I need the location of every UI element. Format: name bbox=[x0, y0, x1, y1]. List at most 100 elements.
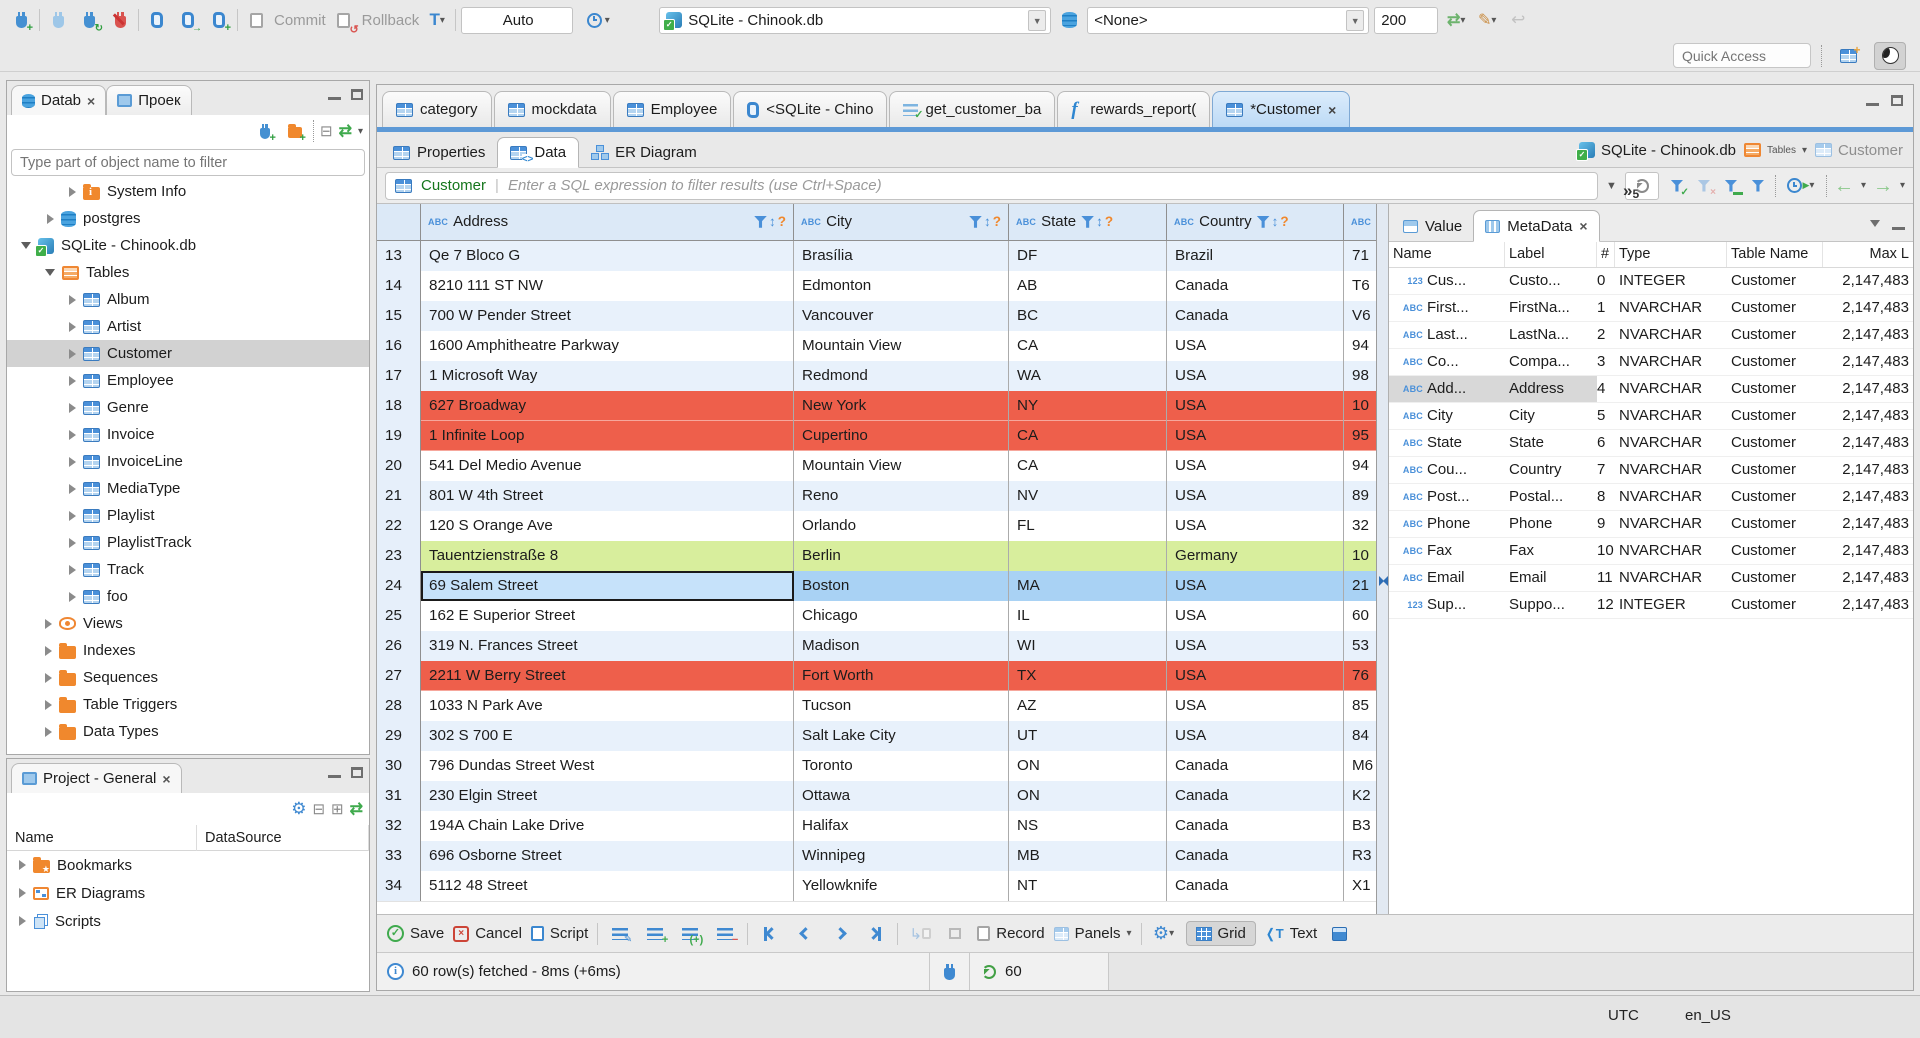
expand-arrow-icon[interactable] bbox=[21, 242, 31, 249]
address-cell[interactable]: 1 Infinite Loop bbox=[421, 420, 794, 451]
city-cell[interactable]: Mountain View bbox=[794, 330, 1009, 361]
editor-tab[interactable]: Employee × bbox=[612, 91, 732, 127]
state-cell[interactable]: NY bbox=[1009, 390, 1167, 421]
city-cell[interactable]: Fort Worth bbox=[794, 660, 1009, 691]
row-number-cell[interactable]: 19 bbox=[377, 420, 421, 451]
filter-icon[interactable] bbox=[1081, 215, 1095, 228]
address-cell[interactable]: 1033 N Park Ave bbox=[421, 690, 794, 721]
country-cell[interactable]: Brazil bbox=[1167, 240, 1344, 271]
address-cell[interactable]: 627 Broadway bbox=[421, 390, 794, 421]
new-connection-icon[interactable]: + bbox=[8, 7, 34, 34]
meta-label-cell[interactable]: LastNa... bbox=[1505, 322, 1597, 348]
transaction-log-icon[interactable]: T ▾ bbox=[424, 7, 450, 33]
meta-type-cell[interactable]: INTEGER bbox=[1615, 592, 1727, 618]
state-cell[interactable]: BC bbox=[1009, 300, 1167, 331]
tree-item[interactable]: Indexes bbox=[7, 637, 369, 664]
schema-select[interactable]: <None> ▼ bbox=[1087, 6, 1370, 34]
postalcode-cell[interactable]: 94 bbox=[1344, 331, 1376, 361]
row-number-cell[interactable]: 21 bbox=[377, 480, 421, 511]
postalcode-cell[interactable]: 98 bbox=[1344, 361, 1376, 391]
meta-label-cell[interactable]: City bbox=[1505, 403, 1597, 429]
refresh-icon[interactable] bbox=[982, 964, 996, 979]
expand-arrow-icon[interactable] bbox=[69, 510, 76, 521]
address-cell[interactable]: 162 E Superior Street bbox=[421, 600, 794, 631]
expand-arrow-icon[interactable] bbox=[69, 564, 76, 575]
city-cell[interactable]: Vancouver bbox=[794, 300, 1009, 331]
meta-ordinal-cell[interactable]: 1 bbox=[1597, 295, 1615, 321]
row-number-cell[interactable]: 27 bbox=[377, 660, 421, 691]
meta-name-cell[interactable]: ABC Co... bbox=[1389, 349, 1505, 375]
edit-row-icon[interactable]: ✎ bbox=[607, 921, 633, 947]
locale-indicator[interactable]: en_US bbox=[1685, 1007, 1731, 1024]
meta-table-cell[interactable]: Customer bbox=[1727, 511, 1823, 537]
postalcode-cell[interactable]: V6 bbox=[1344, 301, 1376, 331]
maximize-icon[interactable] bbox=[351, 89, 363, 100]
maximize-icon[interactable] bbox=[351, 767, 363, 778]
country-cell[interactable]: Canada bbox=[1167, 810, 1344, 841]
postalcode-cell[interactable]: 71 bbox=[1344, 241, 1376, 271]
row-number-cell[interactable]: 25 bbox=[377, 600, 421, 631]
expand-arrow-icon[interactable] bbox=[69, 537, 76, 548]
tree-item[interactable]: System Info bbox=[7, 178, 369, 205]
minimize-icon[interactable] bbox=[328, 775, 341, 778]
chevron-down-icon[interactable]: ▾ bbox=[1802, 145, 1807, 156]
meta-ordinal-cell[interactable]: 11 bbox=[1597, 565, 1615, 591]
postalcode-cell[interactable]: T6 bbox=[1344, 271, 1376, 301]
meta-maxlength-cell[interactable]: 2,147,483 bbox=[1823, 592, 1913, 618]
first-row-icon[interactable] bbox=[757, 921, 783, 947]
collapse-all-icon[interactable]: ⊟ bbox=[312, 800, 325, 818]
meta-maxlength-cell[interactable]: 2,147,483 bbox=[1823, 511, 1913, 537]
settings-gear-icon[interactable]: ⚙ bbox=[291, 799, 306, 819]
column-header-city[interactable]: ABC City ↕? bbox=[794, 204, 1009, 240]
meta-label-cell[interactable]: Phone bbox=[1505, 511, 1597, 537]
column-header[interactable]: Max L bbox=[1823, 242, 1913, 267]
table-row[interactable]: ABC Cou... Country 7 NVARCHAR Customer 2,… bbox=[1389, 457, 1913, 484]
link-with-editor-icon[interactable]: ⇄ bbox=[339, 121, 352, 141]
meta-type-cell[interactable]: NVARCHAR bbox=[1615, 295, 1727, 321]
address-cell[interactable]: 319 N. Frances Street bbox=[421, 630, 794, 661]
meta-type-cell[interactable]: NVARCHAR bbox=[1615, 430, 1727, 456]
table-row[interactable]: 17 1 Microsoft Way Redmond WA USA 98 bbox=[377, 360, 1376, 391]
editor-tab[interactable]: *Customer × bbox=[1212, 91, 1351, 127]
script-button[interactable]: Script bbox=[530, 925, 588, 942]
collapse-all-icon[interactable]: ⊟ bbox=[320, 122, 333, 140]
country-cell[interactable]: USA bbox=[1167, 570, 1344, 601]
meta-ordinal-cell[interactable]: 9 bbox=[1597, 511, 1615, 537]
close-icon[interactable]: × bbox=[1328, 102, 1336, 118]
table-row[interactable]: 16 1600 Amphitheatre Parkway Mountain Vi… bbox=[377, 330, 1376, 361]
meta-maxlength-cell[interactable]: 2,147,483 bbox=[1823, 295, 1913, 321]
meta-name-cell[interactable]: ABC City bbox=[1389, 403, 1505, 429]
expand-arrow-icon[interactable] bbox=[19, 916, 26, 926]
duplicate-row-icon[interactable]: (+) bbox=[677, 921, 703, 947]
chevron-down-icon[interactable]: ▾ bbox=[1861, 180, 1866, 191]
open-perspective-button[interactable] bbox=[1832, 42, 1864, 70]
column-hint-icon[interactable]: ? bbox=[1105, 214, 1113, 229]
new-sql-editor-icon[interactable]: + bbox=[206, 7, 232, 34]
meta-table-cell[interactable]: Customer bbox=[1727, 322, 1823, 348]
postalcode-cell[interactable]: M6 bbox=[1344, 751, 1376, 781]
country-cell[interactable]: USA bbox=[1167, 480, 1344, 511]
custom-filter-icon[interactable] bbox=[1748, 177, 1768, 195]
meta-name-cell[interactable]: ABC Cou... bbox=[1389, 457, 1505, 483]
state-cell[interactable]: AB bbox=[1009, 270, 1167, 301]
subtab[interactable]: Data bbox=[497, 137, 580, 168]
country-cell[interactable]: USA bbox=[1167, 720, 1344, 751]
address-cell[interactable]: 801 W 4th Street bbox=[421, 480, 794, 511]
table-row[interactable]: ABC Add... Address 4 NVARCHAR Customer 2,… bbox=[1389, 376, 1913, 403]
row-number-cell[interactable]: 22 bbox=[377, 510, 421, 541]
tree-item[interactable]: SQLite - Chinook.db bbox=[7, 232, 369, 259]
postalcode-cell[interactable]: 85 bbox=[1344, 691, 1376, 721]
row-number-cell[interactable]: 15 bbox=[377, 300, 421, 331]
country-cell[interactable]: USA bbox=[1167, 360, 1344, 391]
table-row[interactable]: 34 5112 48 Street Yellowknife NT Canada … bbox=[377, 870, 1376, 901]
column-header[interactable]: Label bbox=[1505, 242, 1597, 267]
expand-arrow-icon[interactable] bbox=[45, 726, 52, 737]
address-cell[interactable]: 796 Dundas Street West bbox=[421, 750, 794, 781]
tab-projects[interactable]: Проек bbox=[106, 85, 192, 115]
column-hint-icon[interactable]: ? bbox=[993, 214, 1001, 229]
tree-item[interactable]: Employee bbox=[7, 367, 369, 394]
address-cell[interactable]: 1600 Amphitheatre Parkway bbox=[421, 330, 794, 361]
meta-ordinal-cell[interactable]: 2 bbox=[1597, 322, 1615, 348]
connection-select[interactable]: SQLite - Chinook.db ▼ bbox=[659, 6, 1052, 34]
postalcode-cell[interactable]: 95 bbox=[1344, 421, 1376, 451]
